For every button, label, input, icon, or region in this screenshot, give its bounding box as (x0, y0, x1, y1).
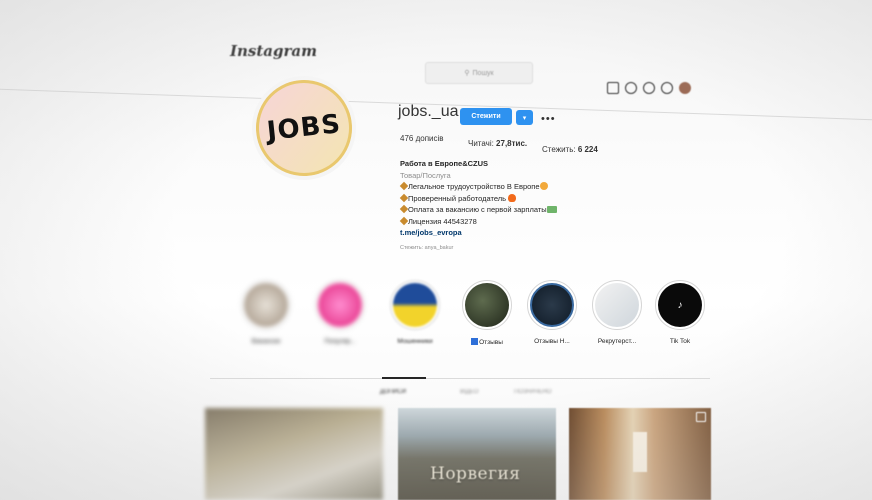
followers-value: 27,8тис. (496, 139, 528, 148)
bio-link[interactable]: t.me/jobs_evropa (400, 227, 620, 239)
highlight-item[interactable]: Отзывы (457, 280, 517, 346)
following-count[interactable]: Стежить: 6 224 (542, 145, 598, 154)
bio-line-text: Легальное трудоустройство В Европе (408, 182, 540, 191)
money-emoji-icon (546, 206, 557, 213)
highlight-ring (390, 280, 440, 330)
highlight-ring (241, 280, 291, 330)
followers-count[interactable]: Читачі: 27,8тис. (468, 139, 527, 148)
bio-line-text: Проверенный работодатель (408, 193, 507, 203)
highlight-cover (595, 283, 639, 327)
search-icon: ⚲ (464, 70, 470, 77)
highlight-cover (530, 283, 574, 327)
posts-count: 476 дописів (400, 134, 444, 143)
highlight-label: Отзывы Н... (534, 338, 570, 345)
bio-line: Легальное трудоустройство В Европе (399, 181, 620, 193)
tab-tagged[interactable]: ПОЗНАЧЕНО (514, 389, 551, 395)
following-label: Стежить: (542, 145, 578, 154)
post-thumbnail[interactable]: Норвегия (398, 408, 556, 500)
highlight-item[interactable]: Вакансии (236, 280, 296, 345)
followers-label: Читачі: (468, 139, 497, 148)
profile-username: jobs._ua (398, 103, 459, 120)
post-caption: Норвегия (430, 464, 521, 484)
bio-line: Лицензия 44543278 (399, 216, 620, 228)
highlight-label: Рекрутерст... (597, 338, 637, 345)
tab-posts[interactable]: ДОПИСИ (380, 389, 406, 395)
checkbox-emoji-icon (471, 338, 479, 345)
story-highlights: Вакансии Популяр... Мошенники Отзывы Отз… (0, 280, 872, 360)
profile-picture-text: JOBS (265, 109, 343, 147)
highlight-item[interactable]: Рекрутерст... (587, 280, 647, 345)
bio-category: Товар/Послуга (400, 170, 451, 180)
explore-icon[interactable] (643, 82, 655, 94)
highlight-ring (315, 280, 365, 330)
bio-name: Работа в Европе&CZUS (400, 159, 489, 168)
bio-line-text: Лицензия 44543278 (408, 216, 477, 226)
highlight-label-text: Отзывы (479, 339, 503, 346)
highlight-cover (244, 283, 288, 327)
fire-emoji-icon (508, 193, 517, 202)
smile-emoji-icon (539, 182, 548, 190)
highlight-item[interactable]: Мошенники (385, 280, 445, 345)
highlight-label: Вакансии (251, 338, 281, 345)
post-thumbnail[interactable] (569, 408, 711, 500)
heart-icon[interactable] (661, 82, 673, 94)
follow-button[interactable]: Стежити (460, 108, 512, 125)
search-input[interactable]: ⚲ Пошук (425, 62, 533, 84)
bio-line: Проверенный работодатель (399, 193, 620, 205)
bio-line: Оплата за вакансию с первой зарплаты (399, 204, 620, 216)
corridor-door (633, 432, 647, 472)
suggested-button[interactable]: ▾ (516, 110, 533, 125)
highlight-item[interactable]: Популяр... (310, 280, 370, 345)
diamond-icon (399, 193, 409, 202)
tab-reels[interactable]: ВІДЕО (460, 389, 478, 395)
highlight-item[interactable]: ♪ Tik Tok (650, 280, 710, 345)
highlight-ring (592, 280, 642, 330)
highlight-label: Tik Tok (669, 338, 691, 345)
highlight-cover (465, 283, 509, 327)
highlight-cover (318, 283, 362, 327)
nav-icons (607, 82, 691, 94)
highlight-item[interactable]: Отзывы Н... (522, 280, 582, 345)
highlight-ring: ♪ (655, 280, 705, 330)
following-value: 6 224 (577, 145, 598, 154)
options-icon[interactable]: ••• (541, 113, 556, 125)
highlight-label: Популяр... (324, 338, 356, 345)
screen: Instagram ⚲ Пошук JOBS jobs._ua Стежити … (0, 0, 872, 500)
highlight-label: Отзывы (457, 338, 517, 346)
avatar[interactable] (679, 82, 691, 94)
highlight-ring (527, 280, 577, 330)
tiktok-icon: ♪ (658, 283, 702, 327)
diamond-icon (399, 181, 409, 191)
highlight-cover (393, 283, 437, 327)
profile-bio: Работа в Европе&CZUS Товар/Послуга Легал… (399, 158, 620, 255)
diamond-icon (399, 216, 409, 225)
highlight-ring (462, 280, 512, 330)
diamond-icon (399, 204, 409, 214)
followed-by[interactable]: Стежить: anya_bakur (400, 243, 620, 255)
chevron-down-icon: ▾ (522, 114, 527, 122)
messenger-icon[interactable] (625, 82, 637, 94)
post-thumbnail[interactable] (205, 408, 383, 500)
instagram-logo[interactable]: Instagram (230, 42, 317, 60)
active-tab-indicator (382, 377, 426, 379)
bio-line-text: Оплата за вакансию с первой зарплаты (408, 205, 547, 214)
tabs-divider (210, 377, 710, 379)
search-placeholder: Пошук (472, 69, 494, 77)
home-icon[interactable] (607, 82, 619, 94)
highlight-label: Мошенники (397, 338, 433, 345)
multiple-images-icon (696, 412, 706, 422)
